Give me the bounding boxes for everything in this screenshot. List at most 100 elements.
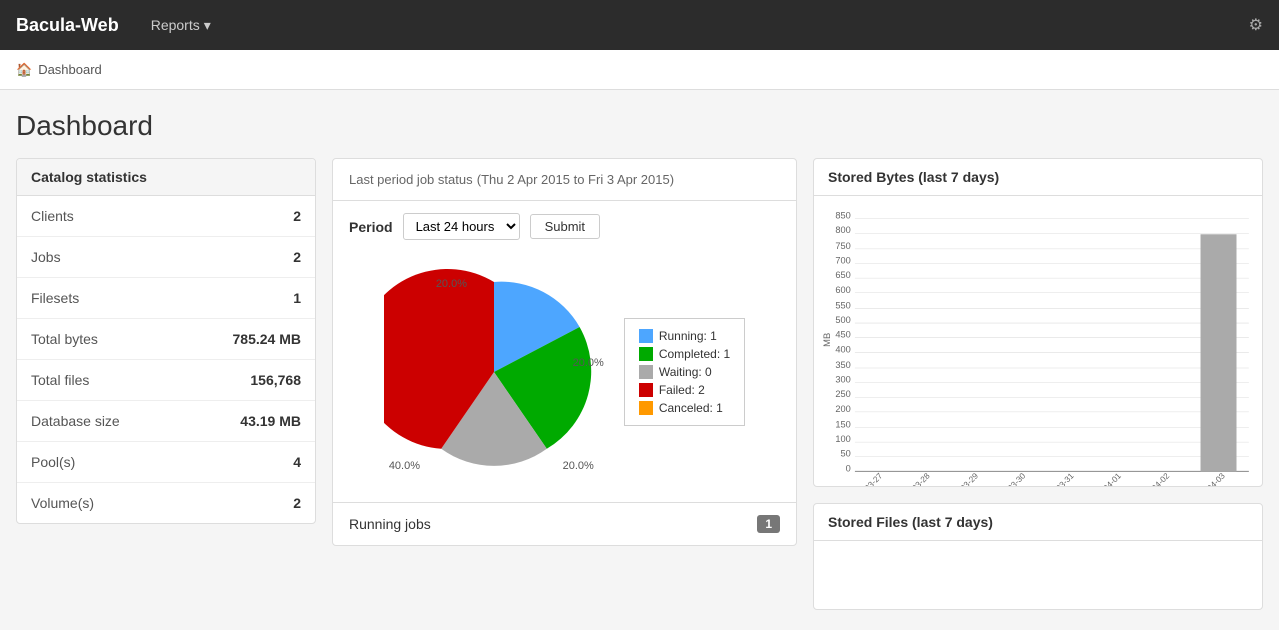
svg-text:750: 750 [835, 241, 850, 251]
period-select[interactable]: Last 24 hoursLast 48 hoursLast weekLast … [403, 213, 520, 240]
stat-label: Filesets [31, 290, 79, 306]
svg-text:450: 450 [835, 330, 850, 340]
stored-bytes-chart: 850 800 750 700 650 600 550 500 450 400 … [814, 196, 1262, 486]
bar-chart-svg: 850 800 750 700 650 600 550 500 450 400 … [822, 204, 1254, 486]
svg-text:03-28: 03-28 [910, 470, 932, 486]
pie-legend: Running: 1 Completed: 1 Waiting: 0 Faile… [624, 318, 745, 426]
period-label: Period [349, 219, 393, 235]
legend-color-swatch [639, 365, 653, 379]
submit-button[interactable]: Submit [530, 214, 600, 239]
breadcrumb-label: Dashboard [38, 62, 102, 77]
dropdown-icon: ▾ [204, 17, 211, 34]
breadcrumb: 🏠 Dashboard [0, 50, 1279, 90]
legend-label: Waiting: 0 [659, 365, 712, 379]
reports-menu[interactable]: Reports ▾ [139, 17, 223, 34]
reports-label: Reports [151, 17, 200, 33]
bar-04-03 [1201, 234, 1237, 471]
dashboard-layout: Catalog statistics Clients 2 Jobs 2 File… [16, 158, 1263, 610]
legend-label: Canceled: 1 [659, 401, 723, 415]
legend-label: Failed: 2 [659, 383, 705, 397]
job-status-title: Last period job status [349, 172, 473, 187]
stat-value: 2 [293, 495, 301, 511]
pie-label-3: 20.0% [563, 460, 594, 472]
stat-value: 43.19 MB [240, 413, 301, 429]
stat-label: Total bytes [31, 331, 98, 347]
legend-color-swatch [639, 347, 653, 361]
svg-text:650: 650 [835, 270, 850, 280]
stat-label: Volume(s) [31, 495, 94, 511]
catalog-stat-row: Jobs 2 [17, 237, 315, 278]
catalog-stat-row: Pool(s) 4 [17, 442, 315, 483]
pie-chart: 20.0% 20.0% 20.0% 40.0% [384, 262, 604, 482]
svg-text:500: 500 [835, 315, 850, 325]
svg-text:03-29: 03-29 [958, 470, 980, 486]
stat-value: 2 [293, 249, 301, 265]
svg-text:04-01: 04-01 [1101, 470, 1123, 486]
legend-color-swatch [639, 383, 653, 397]
catalog-panel: Catalog statistics Clients 2 Jobs 2 File… [16, 158, 316, 524]
period-row: Period Last 24 hoursLast 48 hoursLast we… [333, 201, 796, 252]
stored-bytes-header: Stored Bytes (last 7 days) [814, 159, 1262, 196]
svg-text:150: 150 [835, 419, 850, 429]
stored-files-panel: Stored Files (last 7 days) [813, 503, 1263, 610]
legend-color-swatch [639, 401, 653, 415]
svg-text:850: 850 [835, 211, 850, 221]
pie-chart-area: 20.0% 20.0% 20.0% 40.0% Running: 1 Compl… [333, 252, 796, 502]
svg-text:03-27: 03-27 [862, 470, 884, 486]
catalog-stat-row: Volume(s) 2 [17, 483, 315, 523]
catalog-stat-row: Database size 43.19 MB [17, 401, 315, 442]
svg-text:250: 250 [835, 389, 850, 399]
job-panel-header: Last period job status (Thu 2 Apr 2015 t… [333, 159, 796, 201]
stored-files-content [814, 541, 1262, 601]
svg-text:350: 350 [835, 360, 850, 370]
legend-item: Running: 1 [639, 329, 730, 343]
svg-text:03-31: 03-31 [1054, 470, 1076, 486]
stat-value: 4 [293, 454, 301, 470]
stored-bytes-panel: Stored Bytes (last 7 days) 850 800 750 7… [813, 158, 1263, 487]
pie-label-1: 20.0% [436, 278, 467, 290]
breadcrumb-link[interactable]: 🏠 Dashboard [16, 62, 102, 78]
right-panels: Stored Bytes (last 7 days) 850 800 750 7… [813, 158, 1263, 610]
home-icon: 🏠 [16, 62, 32, 78]
svg-text:04-02: 04-02 [1149, 470, 1171, 486]
pie-label-2: 20.0% [573, 357, 604, 369]
svg-text:03-30: 03-30 [1005, 470, 1027, 486]
svg-text:550: 550 [835, 300, 850, 310]
svg-text:600: 600 [835, 285, 850, 295]
svg-text:04-03: 04-03 [1205, 470, 1227, 486]
stat-value: 2 [293, 208, 301, 224]
running-jobs-label: Running jobs [349, 516, 431, 532]
page-title: Dashboard [16, 110, 1263, 142]
stat-value: 785.24 MB [233, 331, 301, 347]
catalog-stat-row: Total bytes 785.24 MB [17, 319, 315, 360]
catalog-rows: Clients 2 Jobs 2 Filesets 1 Total bytes … [17, 196, 315, 523]
stored-files-header: Stored Files (last 7 days) [814, 504, 1262, 541]
main-content: Dashboard Catalog statistics Clients 2 J… [0, 90, 1279, 630]
svg-text:800: 800 [835, 225, 850, 235]
stat-label: Jobs [31, 249, 61, 265]
legend-item: Failed: 2 [639, 383, 730, 397]
svg-text:0: 0 [846, 463, 851, 473]
legend-item: Waiting: 0 [639, 365, 730, 379]
legend-label: Completed: 1 [659, 347, 730, 361]
gear-icon[interactable]: ⚙ [1249, 15, 1263, 35]
stat-label: Pool(s) [31, 454, 75, 470]
stat-label: Clients [31, 208, 74, 224]
job-panel: Last period job status (Thu 2 Apr 2015 t… [332, 158, 797, 546]
catalog-stat-row: Clients 2 [17, 196, 315, 237]
stat-label: Database size [31, 413, 120, 429]
svg-text:50: 50 [841, 449, 851, 459]
job-status-date: (Thu 2 Apr 2015 to Fri 3 Apr 2015) [477, 172, 674, 187]
stat-value: 1 [293, 290, 301, 306]
brand-logo: Bacula-Web [16, 15, 119, 36]
stat-value: 156,768 [250, 372, 301, 388]
legend-color-swatch [639, 329, 653, 343]
stat-label: Total files [31, 372, 89, 388]
navbar: Bacula-Web Reports ▾ ⚙ [0, 0, 1279, 50]
legend-label: Running: 1 [659, 329, 717, 343]
svg-text:MB: MB [822, 333, 832, 347]
svg-text:400: 400 [835, 344, 850, 354]
svg-text:200: 200 [835, 404, 850, 414]
catalog-stat-row: Filesets 1 [17, 278, 315, 319]
catalog-stat-row: Total files 156,768 [17, 360, 315, 401]
